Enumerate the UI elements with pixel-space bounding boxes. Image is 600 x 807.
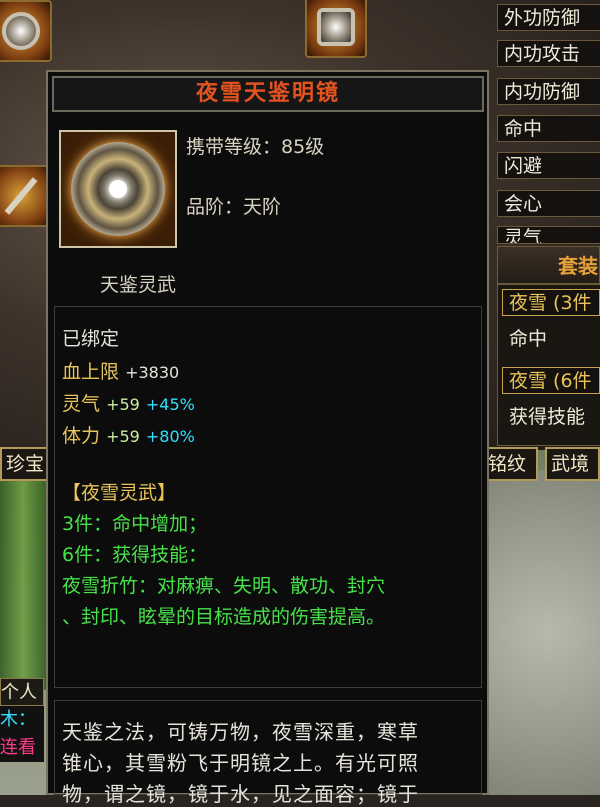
stat-hp: 血上限 +3830 (62, 357, 179, 384)
tab-martial-realm[interactable]: 武境 (545, 447, 600, 481)
stat-bonus: +45% (145, 395, 195, 414)
attr-spirit[interactable]: 灵气 (497, 226, 600, 244)
equip-slot-mirror[interactable] (0, 0, 52, 62)
attr-accuracy[interactable]: 命中 (497, 115, 600, 142)
attr-dodge[interactable]: 闪避 (497, 152, 600, 179)
chat-line: 木： (0, 706, 44, 734)
set-name: 【夜雪灵武】 (62, 482, 177, 504)
mirror-icon (71, 142, 165, 236)
stat-bonus: +80% (145, 427, 195, 446)
chat-tab-personal[interactable]: 个人 (0, 678, 44, 706)
tab-engraving[interactable]: 铭纹 (482, 447, 538, 481)
attr-external-defense[interactable]: 外功防御 (497, 4, 600, 31)
stat-value: +3830 (125, 363, 180, 382)
chat-panel: 个人 木： 连看 (0, 678, 44, 762)
set-panel-title: 套装 (497, 246, 600, 284)
stone-pattern (470, 470, 600, 795)
set-item-6pc[interactable]: 夜雪 (6件 (502, 367, 600, 394)
item-grade: 品阶：天阶 (186, 196, 282, 218)
stat-stamina: 体力 +59 +80% (62, 421, 195, 448)
attr-internal-attack[interactable]: 内功攻击 (497, 40, 600, 67)
set-item-skill: 获得技能 (509, 406, 586, 428)
stat-value: +59 (106, 427, 140, 446)
bound-status: 已绑定 (62, 328, 120, 350)
set-bonus-6: 6件：获得技能： (62, 544, 208, 566)
carry-level: 携带等级：85级 (186, 136, 325, 158)
set-item-accuracy: 命中 (509, 328, 548, 350)
attr-internal-defense[interactable]: 内功防御 (497, 78, 600, 105)
item-category: 天鉴灵武 (100, 274, 177, 296)
mirror-icon (2, 12, 40, 50)
stat-label: 血上限 (62, 361, 120, 383)
equip-slot-armor[interactable] (305, 0, 367, 58)
tab-treasure[interactable]: 珍宝 (0, 447, 48, 481)
item-icon-frame (59, 130, 177, 248)
chat-line: 连看 (0, 734, 44, 762)
sword-icon (4, 177, 38, 215)
lore-line-3: 物，谓之镜，镜于水，见之面容；镜于 (62, 782, 419, 806)
stat-spirit: 灵气 +59 +45% (62, 389, 195, 416)
equip-slot-sword[interactable] (0, 165, 52, 227)
stat-label: 灵气 (62, 393, 101, 415)
stat-label: 体力 (62, 425, 101, 447)
lore-line-1: 天鉴之法，可铸万物，夜雪深重，寒草 (62, 720, 419, 744)
stat-value: +59 (106, 395, 140, 414)
set-item-3pc[interactable]: 夜雪 (3件 (502, 289, 600, 316)
skill-desc-1: 夜雪折竹：对麻痹、失明、散功、封穴 (62, 575, 386, 597)
armor-icon (317, 8, 355, 46)
skill-desc-2: 、封印、眩晕的目标造成的伤害提高。 (62, 606, 386, 628)
item-title: 夜雪天鉴明镜 (52, 76, 484, 112)
set-bonus-3: 3件：命中增加； (62, 513, 208, 535)
attr-critical[interactable]: 会心 (497, 190, 600, 217)
lore-line-2: 锥心，其雪粉飞于明镜之上。有光可照 (62, 751, 419, 775)
bamboo-decoration (0, 470, 46, 690)
pearl-icon (109, 180, 127, 198)
